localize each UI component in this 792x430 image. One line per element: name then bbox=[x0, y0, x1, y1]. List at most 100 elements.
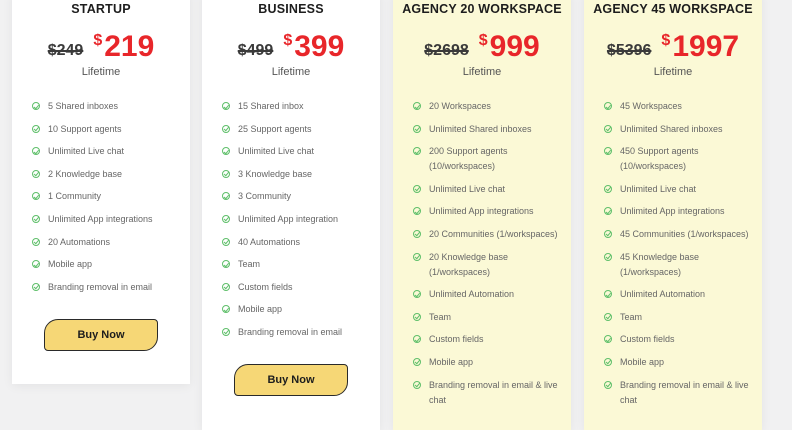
feature-label: 3 Knowledge base bbox=[238, 168, 313, 179]
feature-item: 2 Knowledge base bbox=[32, 167, 184, 182]
feature-label: Mobile app bbox=[238, 304, 283, 315]
billing-period: Lifetime bbox=[653, 66, 693, 78]
feature-label: Branding removal in email & live chat bbox=[429, 379, 558, 405]
feature-item: Team bbox=[604, 310, 756, 325]
feature-label: Custom fields bbox=[620, 334, 675, 345]
price-row: $499 $ 399 bbox=[202, 30, 380, 64]
feature-label: Mobile app bbox=[429, 356, 474, 367]
check-circle-icon bbox=[413, 102, 421, 110]
check-circle-icon bbox=[222, 147, 230, 156]
current-price: $ 399 bbox=[283, 30, 344, 64]
feature-label: 200 Support agents (10/workspaces) bbox=[429, 146, 508, 172]
feature-item: Unlimited Shared inboxes bbox=[413, 122, 565, 137]
check-circle-icon bbox=[32, 282, 40, 291]
feature-item: 15 Shared inbox bbox=[222, 99, 374, 114]
current-price: $ 1997 bbox=[661, 30, 739, 64]
feature-item: 45 Knowledge base (1/workspaces) bbox=[604, 250, 756, 280]
plan-name: BUSINESS bbox=[258, 2, 324, 16]
buy-now-button-startup[interactable]: Buy Now bbox=[44, 319, 158, 351]
check-circle-icon bbox=[413, 207, 421, 216]
feature-label: 20 Automations bbox=[48, 236, 111, 247]
feature-item: 20 Workspaces bbox=[413, 99, 565, 114]
feature-item: 20 Communities (1/workspaces) bbox=[413, 227, 565, 242]
feature-item: Unlimited App integrations bbox=[413, 204, 565, 219]
feature-item: 3 Community bbox=[222, 189, 374, 204]
feature-label: Unlimited App integrations bbox=[48, 213, 153, 224]
feature-item: Unlimited Live chat bbox=[32, 144, 184, 159]
feature-label: 450 Support agents (10/workspaces) bbox=[620, 146, 699, 172]
plan-name: AGENCY 45 WORKSPACE bbox=[593, 2, 753, 16]
check-circle-icon bbox=[413, 229, 421, 238]
feature-item: Unlimited Shared inboxes bbox=[604, 122, 756, 137]
check-circle-icon bbox=[604, 312, 612, 321]
current-price: $ 999 bbox=[479, 30, 540, 64]
feature-item: 40 Automations bbox=[222, 235, 374, 250]
feature-label: 15 Shared inbox bbox=[238, 101, 304, 111]
check-circle-icon bbox=[32, 214, 40, 223]
feature-label: 45 Communities (1/workspaces) bbox=[620, 228, 749, 239]
check-circle-icon bbox=[604, 380, 612, 389]
check-circle-icon bbox=[604, 147, 612, 156]
feature-label: 1 Community bbox=[48, 191, 102, 202]
billing-period: Lifetime bbox=[271, 66, 311, 78]
check-circle-icon bbox=[222, 192, 230, 201]
currency-symbol: $ bbox=[93, 32, 103, 49]
check-circle-icon bbox=[604, 335, 612, 344]
feature-item: Mobile app bbox=[604, 355, 756, 370]
feature-label: Unlimited Shared inboxes bbox=[620, 123, 723, 134]
feature-label: 2 Knowledge base bbox=[48, 168, 123, 179]
feature-list: 15 Shared inbox 25 Support agents Unlimi… bbox=[222, 99, 374, 348]
check-circle-icon bbox=[604, 207, 612, 216]
currency-symbol: $ bbox=[478, 32, 488, 49]
check-circle-icon bbox=[222, 169, 230, 178]
feature-item: 3 Knowledge base bbox=[222, 167, 374, 182]
feature-label: Unlimited Automation bbox=[620, 289, 706, 300]
feature-item: Branding removal in email bbox=[222, 325, 374, 340]
feature-item: Unlimited Automation bbox=[604, 287, 756, 302]
feature-label: Branding removal in email bbox=[238, 326, 343, 337]
feature-label: Unlimited Live chat bbox=[238, 146, 315, 157]
check-circle-icon bbox=[604, 290, 612, 299]
price-amount: 399 bbox=[294, 30, 345, 63]
price-amount: 219 bbox=[104, 30, 155, 63]
pricing-card-startup: STARTUP $249 $ 219 Lifetime 5 Shared inb… bbox=[12, 0, 190, 384]
feature-label: Branding removal in email & live chat bbox=[620, 379, 749, 405]
feature-item: 450 Support agents (10/workspaces) bbox=[604, 144, 756, 174]
feature-item: Team bbox=[413, 310, 565, 325]
pricing-card-agency-45: AGENCY 45 WORKSPACE $5396 $ 1997 Lifetim… bbox=[584, 0, 762, 430]
feature-label: Team bbox=[429, 311, 452, 322]
pricing-card-business: BUSINESS $499 $ 399 Lifetime 15 Shared i… bbox=[202, 0, 380, 430]
feature-item: 25 Support agents bbox=[222, 122, 374, 137]
check-circle-icon bbox=[413, 184, 421, 193]
price-row: $5396 $ 1997 bbox=[584, 30, 762, 64]
check-circle-icon bbox=[604, 124, 612, 133]
feature-item: 45 Communities (1/workspaces) bbox=[604, 227, 756, 242]
check-circle-icon bbox=[604, 184, 612, 193]
check-circle-icon bbox=[413, 335, 421, 344]
check-circle-icon bbox=[222, 124, 230, 133]
feature-list: 20 Workspaces Unlimited Shared inboxes 2… bbox=[413, 99, 565, 415]
feature-label: Unlimited Automation bbox=[429, 289, 515, 300]
feature-label: Unlimited App integrations bbox=[620, 206, 725, 217]
check-circle-icon bbox=[604, 102, 612, 110]
feature-item: 45 Workspaces bbox=[604, 99, 756, 114]
feature-label: 40 Automations bbox=[238, 236, 301, 247]
feature-label: Unlimited Shared inboxes bbox=[429, 123, 532, 134]
check-circle-icon bbox=[222, 282, 230, 291]
feature-label: 20 Communities (1/workspaces) bbox=[429, 228, 558, 239]
check-circle-icon bbox=[222, 305, 230, 314]
feature-item: 200 Support agents (10/workspaces) bbox=[413, 144, 565, 174]
feature-label: Custom fields bbox=[238, 281, 293, 292]
old-price: $5396 bbox=[606, 42, 652, 59]
check-circle-icon bbox=[604, 229, 612, 238]
check-circle-icon bbox=[604, 357, 612, 366]
check-circle-icon bbox=[413, 290, 421, 299]
feature-label: 5 Shared inboxes bbox=[48, 101, 119, 111]
buy-now-button-business[interactable]: Buy Now bbox=[234, 364, 348, 396]
check-circle-icon bbox=[604, 252, 612, 261]
plan-name: AGENCY 20 WORKSPACE bbox=[402, 2, 562, 16]
feature-label: Team bbox=[620, 311, 643, 322]
feature-label: 10 Support agents bbox=[48, 123, 122, 134]
feature-list: 5 Shared inboxes 10 Support agents Unlim… bbox=[32, 99, 184, 302]
currency-symbol: $ bbox=[661, 32, 671, 49]
